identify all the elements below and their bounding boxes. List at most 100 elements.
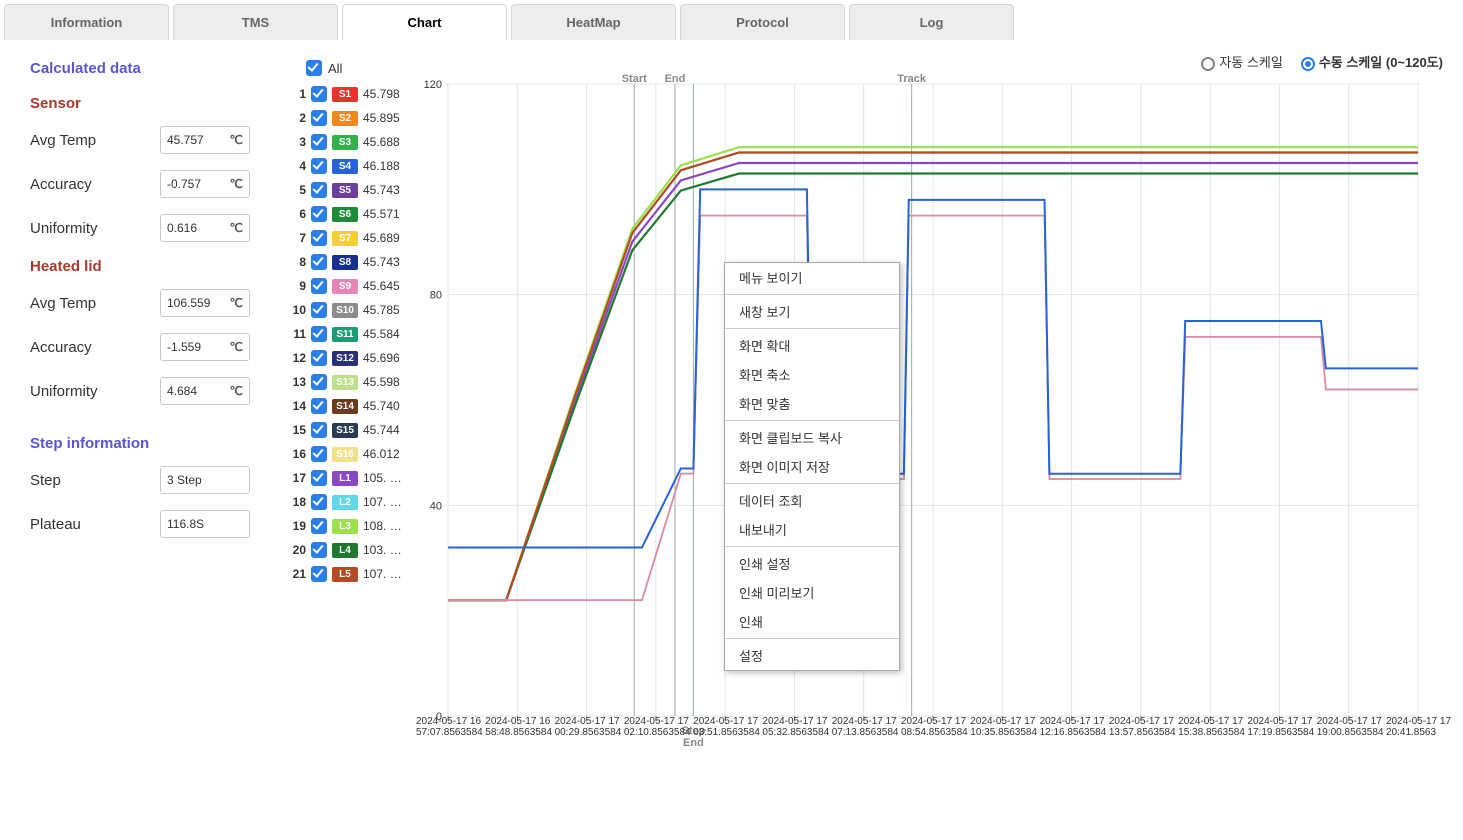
x-tick-label: 2024-05-17 17 17:19.8563584 (1247, 716, 1314, 738)
context-menu-item[interactable]: 인쇄 미리보기 (725, 578, 899, 607)
legend-checkbox-s14[interactable] (311, 398, 327, 414)
legend-checkbox-s9[interactable] (311, 278, 327, 294)
context-menu-item[interactable]: 새창 보기 (725, 297, 899, 326)
x-tick-label: 2024-05-17 17 15:38.8563584 (1178, 716, 1245, 738)
legend-item-s13[interactable]: 13S1345.598 (290, 374, 410, 390)
tab-chart[interactable]: Chart (342, 4, 507, 40)
x-tick-label: 2024-05-17 17 05:32.8563584 (762, 716, 829, 738)
tab-tms[interactable]: TMS (173, 4, 338, 40)
svg-text:Start: Start (622, 74, 647, 85)
context-menu-item[interactable]: 데이터 조회 (725, 486, 899, 515)
legend-item-s10[interactable]: 10S1045.785 (290, 302, 410, 318)
legend-checkbox-s16[interactable] (311, 446, 327, 462)
lid-avg-temp-label: Avg Temp (30, 295, 160, 312)
legend-item-s12[interactable]: 12S1245.696 (290, 350, 410, 366)
sensor-accuracy-field[interactable]: -0.757℃ (160, 170, 250, 198)
context-menu-item[interactable]: 화면 이미지 저장 (725, 452, 899, 481)
lid-uniformity-field[interactable]: 4.684℃ (160, 377, 250, 405)
legend-checkbox-s8[interactable] (311, 254, 327, 270)
legend-all-checkbox[interactable] (306, 60, 322, 76)
legend-checkbox-s10[interactable] (311, 302, 327, 318)
x-tick-label: 2024-05-17 17 02:10.8563584 (624, 716, 691, 738)
legend-checkbox-l3[interactable] (311, 518, 327, 534)
plateau-label: Plateau (30, 516, 160, 533)
context-menu-item[interactable]: 인쇄 설정 (725, 549, 899, 578)
tab-information[interactable]: Information (4, 4, 169, 40)
chart-plot[interactable]: 04080120HoldStartHoldEndStepEndTrack 202… (420, 74, 1420, 774)
legend-panel: All 1S145.7982S245.8953S345.6884S446.188… (290, 60, 410, 774)
plateau-field[interactable]: 116.8S (160, 510, 250, 538)
legend-checkbox-l2[interactable] (311, 494, 327, 510)
legend-item-l3[interactable]: 19L3108. … (290, 518, 410, 534)
tab-protocol[interactable]: Protocol (680, 4, 845, 40)
context-menu-item[interactable]: 내보내기 (725, 515, 899, 544)
context-menu-item[interactable]: 메뉴 보이기 (725, 263, 899, 292)
step-label: Step (30, 472, 160, 489)
legend-checkbox-s7[interactable] (311, 230, 327, 246)
x-tick-label: 2024-05-17 16 57:07.8563584 (416, 716, 483, 738)
svg-text:80: 80 (430, 290, 442, 302)
x-tick-label: 2024-05-17 17 19:00.8563584 (1317, 716, 1384, 738)
step-info-heading: Step information (30, 435, 280, 452)
lid-avg-temp-field[interactable]: 106.559℃ (160, 289, 250, 317)
legend-checkbox-s5[interactable] (311, 182, 327, 198)
legend-checkbox-s12[interactable] (311, 350, 327, 366)
legend-checkbox-s13[interactable] (311, 374, 327, 390)
scale-auto-radio[interactable]: 자동 스케일 (1201, 52, 1282, 71)
legend-item-l1[interactable]: 17L1105. … (290, 470, 410, 486)
legend-checkbox-s15[interactable] (311, 422, 327, 438)
legend-checkbox-l1[interactable] (311, 470, 327, 486)
legend-item-s8[interactable]: 8S845.743 (290, 254, 410, 270)
legend-item-s6[interactable]: 6S645.571 (290, 206, 410, 222)
legend-item-l2[interactable]: 18L2107. … (290, 494, 410, 510)
x-tick-label: 2024-05-17 17 03:51.8563584 (693, 716, 760, 738)
tab-heatmap[interactable]: HeatMap (511, 4, 676, 40)
context-menu-item[interactable]: 화면 클립보드 복사 (725, 423, 899, 452)
legend-checkbox-s11[interactable] (311, 326, 327, 342)
legend-checkbox-s1[interactable] (311, 86, 327, 102)
sensor-uniformity-label: Uniformity (30, 220, 160, 237)
legend-checkbox-s6[interactable] (311, 206, 327, 222)
x-tick-label: 2024-05-17 17 13:57.8563584 (1109, 716, 1176, 738)
x-tick-label: 2024-05-17 16 58:48.8563584 (485, 716, 552, 738)
legend-item-s16[interactable]: 16S1646.012 (290, 446, 410, 462)
x-tick-label: 2024-05-17 17 08:54.8563584 (901, 716, 968, 738)
sensor-avg-temp-field[interactable]: 45.757℃ (160, 126, 250, 154)
legend-item-s1[interactable]: 1S145.798 (290, 86, 410, 102)
legend-item-s15[interactable]: 15S1545.744 (290, 422, 410, 438)
lid-accuracy-field[interactable]: -1.559℃ (160, 333, 250, 361)
sensor-uniformity-field[interactable]: 0.616℃ (160, 214, 250, 242)
legend-item-s11[interactable]: 11S1145.584 (290, 326, 410, 342)
scale-manual-radio[interactable]: 수동 스케일 (0~120도) (1301, 52, 1443, 71)
legend-item-s4[interactable]: 4S446.188 (290, 158, 410, 174)
svg-text:Track: Track (897, 74, 927, 85)
lid-accuracy-label: Accuracy (30, 339, 160, 356)
legend-item-l4[interactable]: 20L4103. … (290, 542, 410, 558)
context-menu-item[interactable]: 화면 확대 (725, 331, 899, 360)
legend-checkbox-l4[interactable] (311, 542, 327, 558)
context-menu-item[interactable]: 인쇄 (725, 607, 899, 636)
legend-checkbox-s4[interactable] (311, 158, 327, 174)
x-tick-label: 2024-05-17 17 00:29.8563584 (555, 716, 622, 738)
context-menu-item[interactable]: 화면 축소 (725, 360, 899, 389)
context-menu-item[interactable]: 설정 (725, 641, 899, 670)
legend-item-s7[interactable]: 7S745.689 (290, 230, 410, 246)
x-tick-label: 2024-05-17 17 20:41.8563 (1386, 716, 1451, 738)
legend-checkbox-s3[interactable] (311, 134, 327, 150)
lid-uniformity-label: Uniformity (30, 383, 160, 400)
legend-item-s14[interactable]: 14S1445.740 (290, 398, 410, 414)
x-tick-label: 2024-05-17 17 10:35.8563584 (970, 716, 1037, 738)
legend-item-s2[interactable]: 2S245.895 (290, 110, 410, 126)
tab-log[interactable]: Log (849, 4, 1014, 40)
legend-item-l5[interactable]: 21L5107. … (290, 566, 410, 582)
context-menu-item[interactable]: 화면 맞춤 (725, 389, 899, 418)
calculated-data-heading: Calculated data (30, 60, 280, 77)
legend-item-s5[interactable]: 5S545.743 (290, 182, 410, 198)
step-field[interactable]: 3 Step (160, 466, 250, 494)
legend-item-s9[interactable]: 9S945.645 (290, 278, 410, 294)
legend-checkbox-l5[interactable] (311, 566, 327, 582)
x-tick-label: 2024-05-17 17 07:13.8563584 (832, 716, 899, 738)
heated-lid-heading: Heated lid (30, 258, 280, 275)
legend-item-s3[interactable]: 3S345.688 (290, 134, 410, 150)
legend-checkbox-s2[interactable] (311, 110, 327, 126)
